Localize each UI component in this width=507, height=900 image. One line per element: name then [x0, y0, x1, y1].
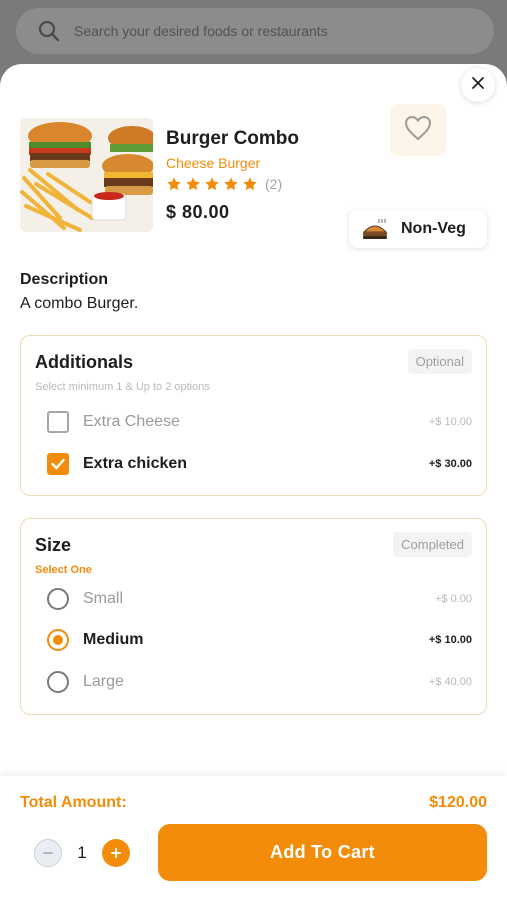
option-size-small[interactable]: Small +$ 0.00 [47, 586, 472, 612]
product-details-sheet: Burger Combo Cheese Burger (2) $ 80.00 N… [0, 64, 507, 900]
additionals-optional-tag: Optional [407, 349, 472, 374]
favorite-button[interactable] [390, 104, 446, 156]
size-title: Size [35, 535, 72, 555]
search-placeholder: Search your desired foods or restaurants [74, 23, 328, 39]
increase-quantity-button[interactable] [102, 839, 130, 867]
option-label: Extra chicken [83, 455, 188, 472]
total-amount-value: $120.00 [429, 794, 487, 811]
option-price: +$ 40.00 [428, 676, 472, 688]
size-section: Size Completed Select One Small +$ 0.00 … [20, 518, 487, 715]
heart-outline-icon [404, 115, 432, 146]
star-icon [166, 176, 182, 192]
add-to-cart-button[interactable]: Add To Cart [158, 824, 487, 881]
option-label: Large [83, 673, 124, 690]
star-icon [242, 176, 258, 192]
radio-small[interactable] [47, 588, 69, 610]
option-extra-cheese[interactable]: Extra Cheese +$ 10.00 [47, 409, 472, 435]
radio-large[interactable] [47, 671, 69, 693]
check-icon [51, 458, 65, 470]
burger-combo-image [20, 118, 153, 232]
additionals-section: Additionals Optional Select minimum 1 & … [20, 335, 487, 496]
close-button[interactable] [461, 68, 495, 102]
cart-footer: Total Amount: $120.00 1 Add To Cart [0, 776, 507, 900]
quantity-value: 1 [77, 843, 87, 862]
additionals-hint: Select minimum 1 & Up to 2 options [35, 381, 210, 393]
product-category: Cheese Burger [166, 155, 261, 171]
checkbox-extra-cheese[interactable] [47, 411, 69, 433]
product-price: $ 80.00 [166, 202, 230, 222]
search-icon [36, 18, 62, 44]
option-label: Medium [83, 631, 144, 648]
minus-icon [43, 852, 53, 854]
option-label: Small [83, 590, 124, 607]
option-price: +$ 10.00 [428, 634, 472, 646]
star-icon [223, 176, 239, 192]
option-label: Extra Cheese [83, 413, 180, 430]
description-text: A combo Burger. [20, 295, 139, 312]
option-size-medium[interactable]: Medium +$ 10.00 [47, 627, 472, 653]
additionals-title: Additionals [35, 352, 133, 372]
product-title: Burger Combo [166, 128, 299, 149]
option-size-large[interactable]: Large +$ 40.00 [47, 669, 472, 695]
diet-badge: Non-Veg [349, 210, 487, 248]
size-completed-tag: Completed [393, 532, 472, 557]
star-icon [185, 176, 201, 192]
non-veg-icon [361, 218, 389, 240]
checkbox-extra-chicken[interactable] [47, 453, 69, 475]
option-price: +$ 10.00 [428, 416, 472, 428]
size-hint: Select One [35, 564, 92, 576]
option-price: +$ 30.00 [428, 458, 472, 470]
diet-badge-label: Non-Veg [401, 220, 466, 237]
radio-medium[interactable] [47, 629, 69, 651]
product-rating: (2) [166, 176, 282, 192]
plus-icon [111, 848, 121, 858]
total-amount-label: Total Amount: [20, 794, 127, 811]
quantity-stepper: 1 [34, 839, 130, 867]
rating-count: (2) [265, 176, 283, 192]
close-icon [472, 76, 484, 94]
star-icon [204, 176, 220, 192]
option-price: +$ 0.00 [434, 593, 472, 605]
option-extra-chicken[interactable]: Extra chicken +$ 30.00 [47, 451, 472, 477]
description-heading: Description [20, 271, 109, 288]
search-bar[interactable]: Search your desired foods or restaurants [16, 8, 494, 54]
decrease-quantity-button[interactable] [34, 839, 62, 867]
